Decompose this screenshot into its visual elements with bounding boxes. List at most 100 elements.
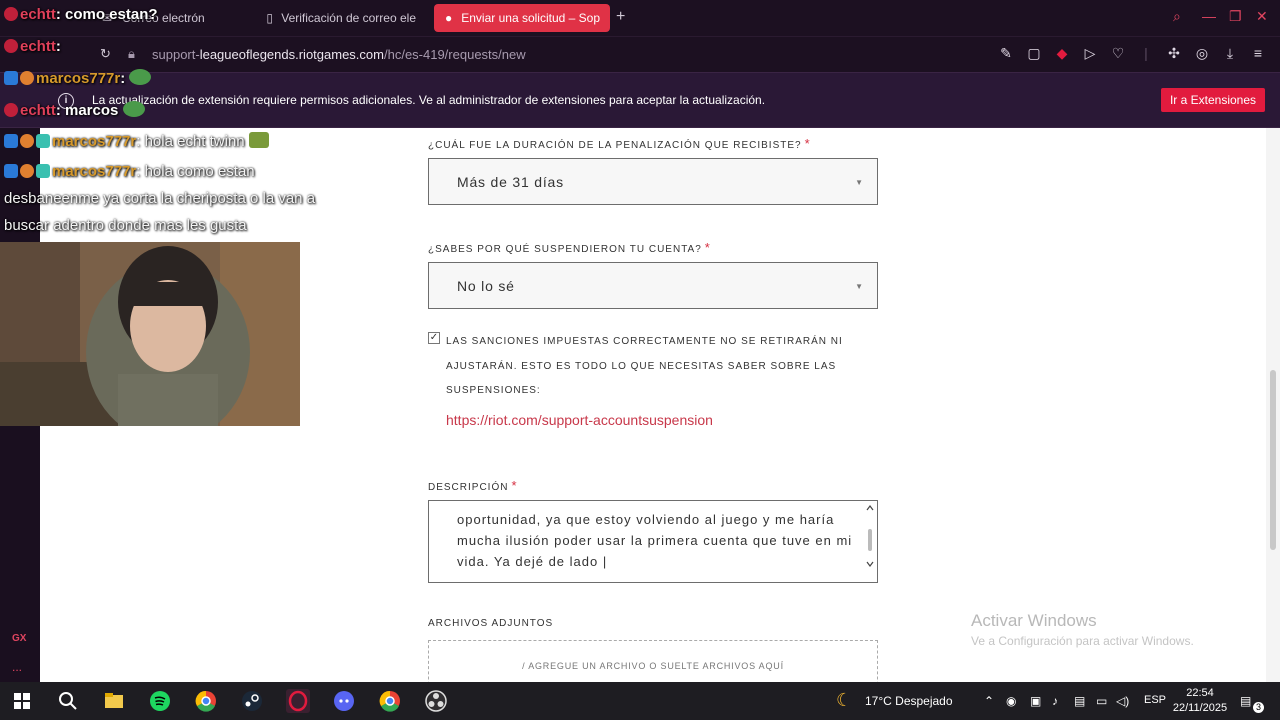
maximize-icon[interactable]: ❐ bbox=[1229, 8, 1242, 25]
language-indicator[interactable]: ESP bbox=[1144, 694, 1166, 706]
textarea-scrollbar[interactable] bbox=[865, 503, 875, 580]
volume-icon[interactable]: ◁) bbox=[1116, 694, 1129, 708]
emote-icon bbox=[129, 69, 152, 85]
reload-icon[interactable]: ↻ bbox=[100, 46, 111, 62]
clock[interactable]: 22:54 22/11/2025 bbox=[1172, 686, 1228, 716]
opera-gx-icon[interactable] bbox=[286, 689, 310, 713]
obs-icon[interactable] bbox=[424, 689, 448, 713]
acknowledge-text: LAS SANCIONES IMPUESTAS CORRECTAMENTE NO… bbox=[446, 336, 843, 396]
reason-value: No lo sé bbox=[457, 278, 515, 294]
badge-icon bbox=[20, 71, 34, 85]
chrome-icon[interactable] bbox=[378, 689, 402, 713]
attachments-label: ARCHIVOS ADJUNTOS bbox=[428, 618, 554, 629]
page-scrollbar[interactable] bbox=[1266, 128, 1280, 682]
menu-icon[interactable]: ≡ bbox=[1250, 45, 1266, 62]
address-bar: ↻ 🔒︎ support-leagueoflegends.riotgames.c… bbox=[0, 36, 1280, 72]
required-mark: * bbox=[804, 136, 811, 151]
emote-icon bbox=[248, 132, 269, 148]
riot-icon: ● bbox=[445, 11, 453, 25]
search-icon[interactable]: ⌕ bbox=[1173, 8, 1181, 25]
penalty-value: Más de 31 días bbox=[457, 174, 564, 190]
penalty-duration-select[interactable]: Más de 31 días ▼ bbox=[428, 158, 878, 205]
notification-count: 3 bbox=[1253, 702, 1264, 713]
tray-app-icon[interactable]: ◉ bbox=[1006, 694, 1016, 708]
description-label: DESCRIPCIÓN * bbox=[428, 478, 518, 493]
screen: ✉ Correo electrón ▯ Verificación de corr… bbox=[0, 0, 1280, 720]
activation-watermark-title: Activar Windows bbox=[971, 611, 1097, 630]
new-tab-icon[interactable]: + bbox=[616, 8, 625, 26]
more-icon[interactable]: ... bbox=[12, 660, 22, 674]
tab-label: Verificación de correo ele bbox=[281, 11, 416, 25]
badge-icon bbox=[36, 134, 50, 148]
minimize-icon[interactable]: — bbox=[1202, 8, 1216, 24]
badge-icon bbox=[4, 164, 18, 178]
download-icon[interactable]: ⤓ bbox=[1222, 45, 1238, 62]
emote-icon bbox=[122, 101, 145, 117]
chrome-icon[interactable] bbox=[194, 689, 218, 713]
badge-icon bbox=[4, 134, 18, 148]
weather-text[interactable]: 17°C Despejado bbox=[865, 694, 953, 708]
chevron-up-icon[interactable]: ⌃ bbox=[984, 694, 994, 708]
shield-icon[interactable]: ◆ bbox=[1054, 45, 1070, 62]
browser-tab-bar: ✉ Correo electrón ▯ Verificación de corr… bbox=[0, 0, 1280, 36]
tab-request-active[interactable]: ● Enviar una solicitud – Sop bbox=[434, 4, 610, 32]
network-icon[interactable]: ▤ bbox=[1074, 694, 1085, 708]
extension-notification: i La actualización de extensión requiere… bbox=[0, 72, 1280, 128]
activation-watermark-subtitle: Ve a Configuración para activar Windows. bbox=[971, 634, 1194, 648]
suspension-reason-select[interactable]: No lo sé ▼ bbox=[428, 262, 878, 309]
close-icon[interactable]: ✕ bbox=[1256, 8, 1268, 25]
acknowledge-checkbox[interactable]: ✓ bbox=[428, 332, 440, 344]
usb-icon[interactable]: ▣ bbox=[1030, 694, 1041, 708]
suspension-info-link[interactable]: https://riot.com/support-accountsuspensi… bbox=[446, 412, 713, 428]
description-textarea[interactable]: oportunidad, ya que estoy volviendo al j… bbox=[428, 500, 878, 583]
url-prefix: support- bbox=[152, 47, 200, 62]
microphone-icon[interactable]: ♪ bbox=[1052, 694, 1058, 708]
steam-icon[interactable] bbox=[240, 689, 264, 713]
chevron-down-icon: ▼ bbox=[855, 178, 863, 187]
badge-icon bbox=[4, 103, 18, 117]
play-icon[interactable]: ▷ bbox=[1082, 45, 1098, 62]
search-icon[interactable] bbox=[56, 689, 80, 713]
heart-icon[interactable]: ♡ bbox=[1110, 45, 1126, 62]
badge-icon bbox=[4, 71, 18, 85]
badge-icon bbox=[20, 134, 34, 148]
go-to-extensions-button[interactable]: Ir a Extensiones bbox=[1161, 88, 1265, 112]
description-text: oportunidad, ya que estoy volviendo al j… bbox=[457, 512, 853, 569]
display-icon[interactable]: ▭ bbox=[1096, 694, 1107, 708]
lock-icon[interactable]: 🔒︎ bbox=[128, 46, 135, 62]
url-field[interactable]: support-leagueoflegends.riotgames.com/hc… bbox=[152, 47, 526, 62]
profile-icon[interactable]: ◎ bbox=[1194, 45, 1210, 62]
tab-label: Enviar una solicitud – Sop bbox=[461, 11, 600, 25]
chat-line: marcos777r: hola como estan bbox=[4, 163, 255, 180]
gx-badge[interactable]: GX bbox=[12, 633, 26, 644]
moon-weather-icon[interactable]: ☾ bbox=[836, 690, 852, 711]
url-path: /hc/es-419/requests/new bbox=[383, 47, 526, 62]
webcam-overlay bbox=[0, 242, 300, 426]
chat-line: buscar adentro donde mas les gusta bbox=[4, 217, 247, 234]
chat-line: echtt: como estan? bbox=[4, 6, 158, 23]
notification-text: La actualización de extensión requiere p… bbox=[92, 93, 766, 107]
required-mark: * bbox=[704, 240, 711, 255]
penalty-label: ¿CUÁL FUE LA DURACIÓN DE LA PENALIZACIÓN… bbox=[428, 136, 811, 151]
tab-verification[interactable]: ▯ Verificación de correo ele bbox=[256, 4, 426, 32]
chat-line: marcos777r: bbox=[4, 69, 153, 87]
reason-label: ¿SABES POR QUÉ SUSPENDIERON TU CUENTA? * bbox=[428, 240, 711, 255]
chat-line: echtt: marcos bbox=[4, 101, 147, 119]
chat-line: marcos777r: hola echt twinn bbox=[4, 132, 271, 150]
badge-icon bbox=[4, 7, 18, 21]
document-icon: ▯ bbox=[266, 11, 273, 25]
pin-icon[interactable]: ✎ bbox=[998, 45, 1014, 62]
toolbar-icons: ✎ ▢ ◆ ▷ ♡ | ✣ ◎ ⤓ ≡ bbox=[998, 45, 1266, 62]
scroll-thumb[interactable] bbox=[1270, 370, 1276, 550]
snapshot-icon[interactable]: ▢ bbox=[1026, 45, 1042, 62]
spotify-icon[interactable] bbox=[148, 689, 172, 713]
discord-icon[interactable] bbox=[332, 689, 356, 713]
windows-start-icon[interactable] bbox=[10, 689, 34, 713]
file-explorer-icon[interactable] bbox=[102, 689, 126, 713]
dropzone-text: / AGREGUE UN ARCHIVO O SUELTE ARCHIVOS A… bbox=[522, 661, 784, 671]
badge-icon bbox=[4, 39, 18, 53]
url-domain: leagueoflegends.riotgames.com bbox=[199, 47, 384, 62]
extensions-icon[interactable]: ✣ bbox=[1166, 45, 1182, 62]
notification-center-icon[interactable]: ▤ bbox=[1240, 694, 1251, 708]
required-mark: * bbox=[511, 478, 518, 493]
